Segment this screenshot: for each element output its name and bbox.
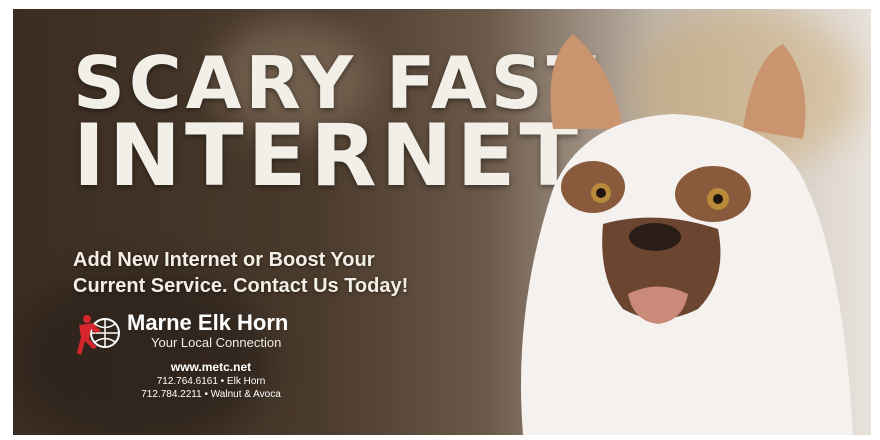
website-link[interactable]: www.metc.net xyxy=(121,359,301,375)
ad-banner: SCARY FAST INTERNET Add New Internet or … xyxy=(13,9,871,435)
ghost-dog-photo xyxy=(521,34,853,435)
subheadline-line2: Current Service. Contact Us Today! xyxy=(73,275,409,297)
contact-info: www.metc.net 712.764.6161 • Elk Horn 712… xyxy=(121,359,301,401)
subheadline-line1: Add New Internet or Boost Your xyxy=(73,249,375,271)
phone-elk-horn: 712.764.6161 • Elk Horn xyxy=(156,376,266,387)
phone-walnut-avoca: 712.784.2211 • Walnut & Avoca xyxy=(141,389,281,400)
brand-name: Marne Elk Horn xyxy=(127,310,289,335)
brand-tagline: Your Local Connection xyxy=(151,335,282,350)
subheadline: Add New Internet or Boost Your Current S… xyxy=(73,247,493,299)
brand-logo: Marne Elk Horn Your Local Connection xyxy=(75,311,288,359)
globe-runner-logo-icon xyxy=(77,315,120,355)
